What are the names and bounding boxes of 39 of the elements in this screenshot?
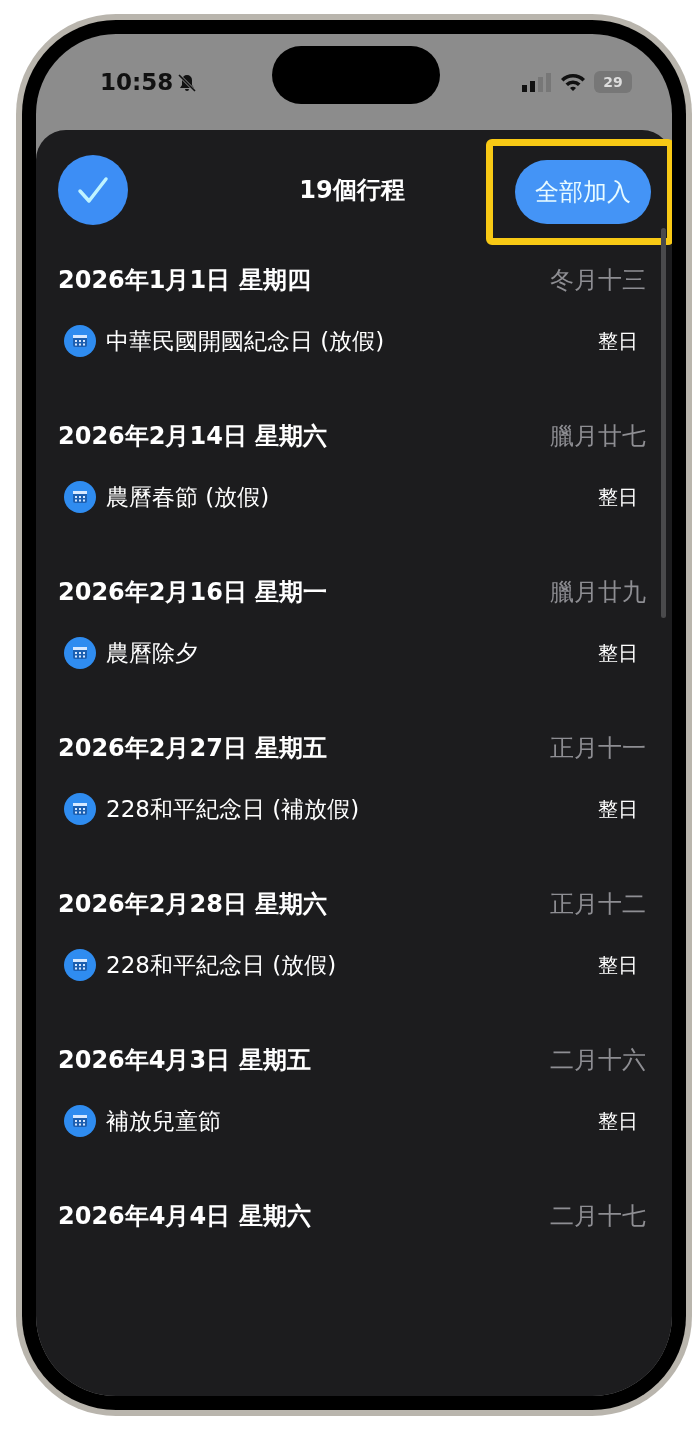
lunar-date: 臘月廿九 — [550, 577, 646, 608]
calendar-icon — [64, 1105, 96, 1137]
event-title: 農曆春節 (放假) — [106, 482, 271, 512]
lunar-date: 正月十一 — [550, 733, 646, 764]
event-time: 整日 — [598, 484, 638, 511]
event-title: 228和平紀念日 (放假) — [106, 950, 338, 980]
date-heading: 2026年2月16日 星期一 — [58, 577, 328, 608]
event-time: 整日 — [598, 952, 638, 979]
battery-icon: 29 — [594, 71, 632, 93]
event-time: 整日 — [598, 796, 638, 823]
date-heading: 2026年1月1日 星期四 — [58, 265, 311, 296]
event-time: 整日 — [598, 640, 638, 667]
status-time: 10:58 — [100, 67, 174, 97]
event-title: 中華民國開國紀念日 (放假) — [106, 326, 386, 356]
calendar-icon — [64, 637, 96, 669]
event-time: 整日 — [598, 328, 638, 355]
wifi-icon — [560, 72, 586, 92]
event-title: 補放兒童節 — [106, 1106, 222, 1136]
date-heading: 2026年4月4日 星期六 — [58, 1201, 311, 1232]
lunar-date: 冬月十三 — [550, 265, 646, 296]
event-title: 228和平紀念日 (補放假) — [106, 794, 361, 824]
date-heading: 2026年2月27日 星期五 — [58, 733, 328, 764]
calendar-icon — [64, 325, 96, 357]
date-heading: 2026年2月14日 星期六 — [58, 421, 328, 452]
lunar-date: 正月十二 — [550, 889, 646, 920]
calendar-icon — [64, 793, 96, 825]
date-heading: 2026年2月28日 星期六 — [58, 889, 328, 920]
checkmark-icon — [77, 176, 109, 204]
event-time: 整日 — [598, 1108, 638, 1135]
lunar-date: 二月十七 — [550, 1201, 646, 1232]
add-all-button[interactable]: 全部加入 — [515, 160, 651, 224]
calendar-icon — [64, 949, 96, 981]
lunar-date: 二月十六 — [550, 1045, 646, 1076]
calendar-icon — [64, 481, 96, 513]
header-title: 19個行程 — [299, 175, 405, 206]
date-heading: 2026年4月3日 星期五 — [58, 1045, 311, 1076]
signal-icon — [522, 72, 552, 92]
event-title: 農曆除夕 — [106, 638, 199, 668]
lunar-date: 臘月廿七 — [550, 421, 646, 452]
